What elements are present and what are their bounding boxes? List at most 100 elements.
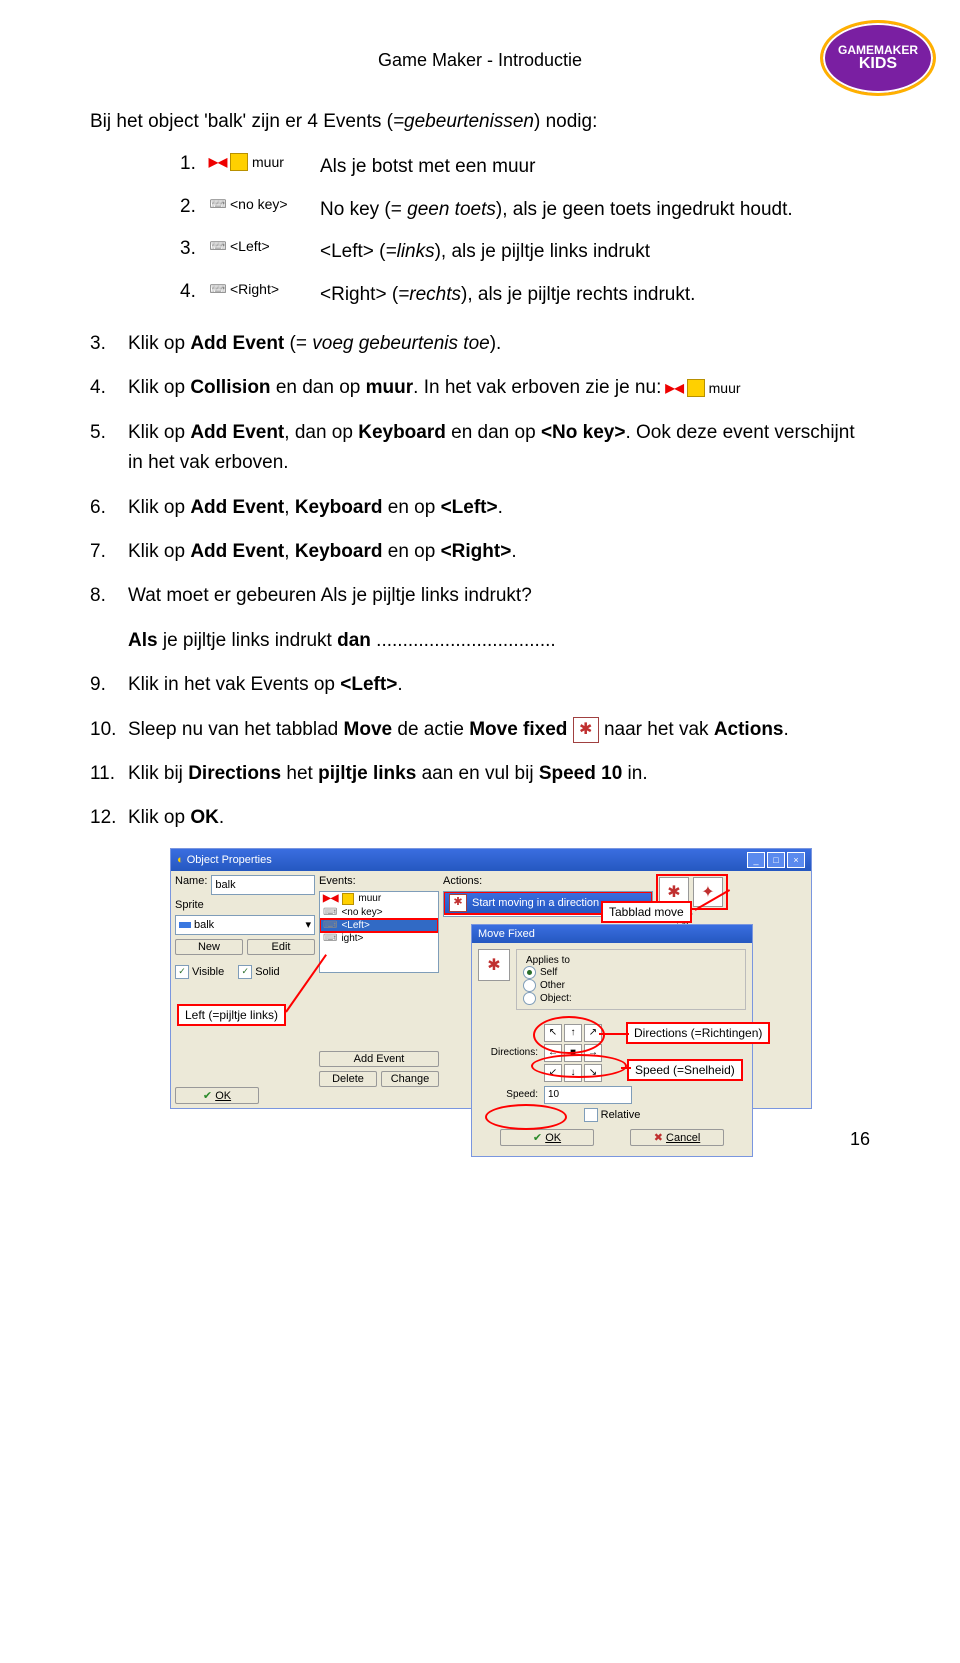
e3-post: ), als je pijltje links indrukt	[435, 241, 650, 262]
step-7: 7. Klik op Add Event, Keyboard en op <Ri…	[90, 537, 870, 567]
s11-p2: het	[281, 763, 318, 784]
step-num-6: 6.	[90, 493, 128, 523]
s10-b2: Move fixed	[469, 719, 567, 740]
edit-button[interactable]: Edit	[247, 939, 315, 955]
keyboard-icon: ⌨	[210, 196, 226, 212]
s12-p1: Klik op	[128, 807, 190, 828]
new-button[interactable]: New	[175, 939, 243, 955]
step-num-4: 4.	[90, 373, 128, 403]
step-num-3: 3.	[90, 329, 128, 359]
step-10: 10. Sleep nu van het tabblad Move de act…	[90, 715, 870, 745]
close-button[interactable]: ×	[787, 852, 805, 868]
object-properties-window: ◐ Object Properties _ □ × Name: balk Spr…	[170, 848, 812, 1109]
s11-b1: Directions	[188, 763, 281, 784]
mf-relative-checkbox[interactable]: Relative	[584, 1108, 641, 1122]
s7-b2: Keyboard	[295, 541, 383, 562]
events-listbox[interactable]: ▶◀muur ⌨<no key> ⌨<Left> ⌨ight>	[319, 891, 439, 973]
s4-b1: Collision	[190, 377, 270, 398]
s9-b1: <Left>	[340, 674, 397, 695]
event-row-2: 2. ⌨ <no key> No key (= geen toets), als…	[180, 196, 870, 225]
s3-b1: Add Event	[190, 333, 284, 354]
event-icon-label-1: muur	[252, 154, 284, 170]
fill-b2: dan	[337, 630, 371, 651]
s10-b1: Move	[344, 719, 393, 740]
s7-b1: Add Event	[190, 541, 284, 562]
annotation-line-directions	[599, 1033, 629, 1035]
intro-italic: =gebeurtenissen	[393, 111, 534, 132]
solid-checkbox[interactable]: ✓Solid	[238, 965, 279, 979]
visible-checkbox[interactable]: ✓Visible	[175, 965, 224, 979]
s7-p1: Klik op	[128, 541, 190, 562]
e2-post: ), als je geen toets ingedrukt houdt.	[496, 199, 793, 220]
step-9: 9. Klik in het vak Events op <Left>.	[90, 670, 870, 700]
change-button[interactable]: Change	[381, 1071, 439, 1087]
mf-speed-input[interactable]: 10	[544, 1086, 632, 1104]
keyboard-icon: ⌨	[210, 281, 226, 297]
event-num-4: 4.	[180, 281, 210, 303]
event-item-nokey[interactable]: ⌨<no key>	[320, 906, 438, 919]
mf-radio-other[interactable]: Other	[523, 979, 739, 992]
event-item-right[interactable]: ⌨ight>	[320, 932, 438, 945]
s6-p3: en op	[382, 497, 440, 518]
s11-p3: aan en vul bij	[416, 763, 539, 784]
sprite-dropdown[interactable]: balk ▾	[175, 915, 315, 935]
s6-b2: Keyboard	[295, 497, 383, 518]
step-12: 12. Klik op OK.	[90, 803, 870, 833]
callout-tabblad-move: Tabblad move	[601, 901, 692, 923]
name-label: Name:	[175, 875, 207, 895]
move-fixed-icon: ✱	[573, 717, 599, 743]
e4-post: ), als je pijltje rechts indrukt.	[461, 284, 695, 305]
actions-label: Actions:	[443, 875, 653, 887]
step-num-8: 8.	[90, 581, 128, 611]
s7-p3: en op	[382, 541, 440, 562]
maximize-button[interactable]: □	[767, 852, 785, 868]
move-fixed-action-icon: ✱	[449, 894, 467, 912]
e2-pre: No key (=	[320, 199, 407, 220]
object-ok-button[interactable]: ✔ OK	[175, 1087, 259, 1104]
s5-p3: en dan op	[446, 422, 541, 443]
event-text-1: Als je botst met een muur	[320, 153, 870, 182]
mf-cancel-button[interactable]: ✖ Cancel	[630, 1129, 724, 1146]
event-item-left[interactable]: ⌨<Left>	[320, 919, 438, 932]
mf-icon: ✱	[478, 949, 510, 981]
s4-p1: Klik op	[128, 377, 190, 398]
e3-pre: <Left> (	[320, 241, 386, 262]
s8-text: Wat moet er gebeuren Als je pijltje link…	[128, 581, 870, 611]
add-event-button[interactable]: Add Event	[319, 1051, 439, 1067]
logo-line2: KIDS	[859, 56, 897, 72]
fill-in-line: Als je pijltje links indrukt dan .......…	[128, 626, 870, 656]
event-row-1: 1. ▶◀ muur Als je botst met een muur	[180, 153, 870, 182]
collision-icon: ▶◀	[210, 154, 226, 170]
muur-sprite-icon	[230, 153, 248, 171]
dropdown-arrow-icon: ▾	[305, 918, 311, 931]
s5-p1: Klik op	[128, 422, 190, 443]
step-num-5: 5.	[90, 418, 128, 448]
s4-p2: en dan op	[271, 377, 366, 398]
s10-p2: de actie	[392, 719, 469, 740]
annotation-oval-directions	[533, 1016, 605, 1054]
event-icon-label-4: <Right>	[230, 281, 279, 297]
s7-p4: .	[511, 541, 516, 562]
s4-icon-label: muur	[709, 377, 741, 399]
step-4: 4. Klik op Collision en dan op muur. In …	[90, 373, 870, 403]
event-text-4: <Right> (=rechts), als je pijltje rechts…	[320, 281, 870, 310]
s10-p4: .	[784, 719, 789, 740]
step-6: 6. Klik op Add Event, Keyboard en op <Le…	[90, 493, 870, 523]
mf-ok-button[interactable]: ✔ OK	[500, 1129, 594, 1146]
annotation-oval-ok	[485, 1104, 567, 1130]
collision-icon: ▶◀	[667, 380, 683, 396]
mf-directions-label: Directions:	[478, 1047, 538, 1058]
minimize-button[interactable]: _	[747, 852, 765, 868]
name-input[interactable]: balk	[211, 875, 315, 895]
delete-button[interactable]: Delete	[319, 1071, 377, 1087]
step-num-10: 10.	[90, 715, 128, 745]
event-icon-label-2: <no key>	[230, 196, 288, 212]
s10-p1: Sleep nu van het tabblad	[128, 719, 344, 740]
mf-radio-object[interactable]: Object:	[523, 992, 739, 1005]
s3-p2: (=	[284, 333, 312, 354]
intro-prefix: Bij het object 'balk' zijn er 4 Events (	[90, 111, 393, 132]
event-num-1: 1.	[180, 153, 210, 175]
event-item-muur[interactable]: ▶◀muur	[320, 892, 438, 906]
mf-radio-self[interactable]: Self	[523, 966, 739, 979]
callout-speed: Speed (=Snelheid)	[627, 1059, 743, 1081]
